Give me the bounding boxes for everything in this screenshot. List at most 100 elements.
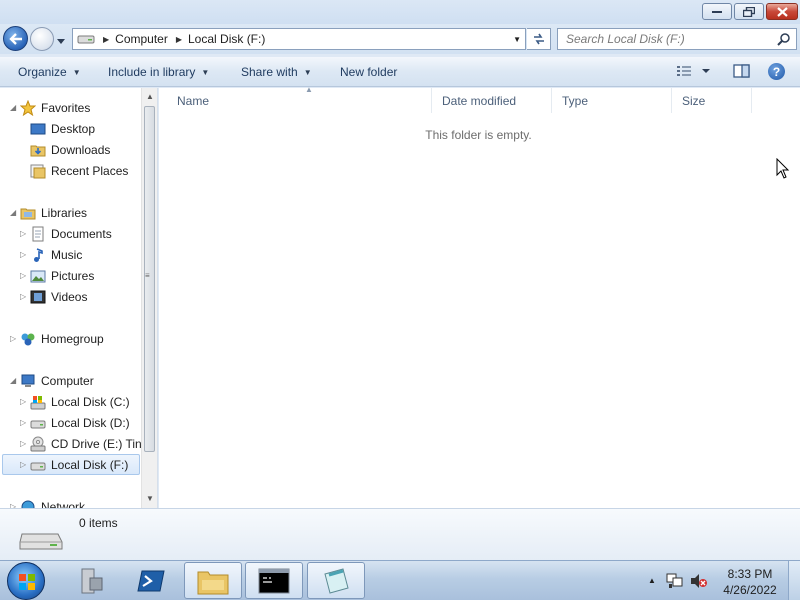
help-button[interactable]: ?: [768, 63, 785, 80]
volume-muted-icon[interactable]: [690, 573, 708, 589]
nav-item-videos[interactable]: ▷ Videos: [0, 286, 140, 307]
libraries-icon: [20, 208, 36, 219]
nav-label: Local Disk (D:): [51, 415, 130, 430]
collapse-arrow-icon[interactable]: ◢: [10, 376, 18, 385]
new-folder-button[interactable]: New folder: [340, 57, 397, 87]
nav-label: Local Disk (C:): [51, 394, 130, 409]
nav-network[interactable]: ▷ Network: [0, 496, 140, 508]
nav-item-recent-places[interactable]: Recent Places: [0, 160, 140, 181]
nav-item-desktop[interactable]: Desktop: [0, 118, 140, 139]
chevron-down-icon: [702, 69, 710, 73]
network-icon: [21, 500, 35, 508]
nav-item-cd-drive-e[interactable]: ▷ CD Drive (E:) Tiny: [0, 433, 148, 454]
taskbar-notepad[interactable]: [307, 562, 365, 599]
column-label: Date modified: [442, 93, 517, 108]
network-tray-icon[interactable]: [666, 573, 684, 589]
nav-item-downloads[interactable]: Downloads: [0, 139, 140, 160]
navigation-pane: ◢ Favorites Desktop Downloads Recent Pla…: [0, 88, 158, 508]
nav-label: Libraries: [41, 205, 88, 220]
nav-item-music[interactable]: ▷ Music: [0, 244, 140, 265]
expand-arrow-icon[interactable]: ▷: [20, 250, 28, 259]
include-in-library-label: Include in library: [108, 65, 196, 79]
item-count: 0 items: [79, 516, 118, 530]
back-button[interactable]: [3, 26, 28, 51]
chevron-down-icon: ▼: [72, 67, 81, 77]
scroll-down-icon[interactable]: ▼: [146, 494, 154, 503]
share-with-menu[interactable]: Share with ▼: [241, 57, 312, 87]
include-in-library-menu[interactable]: Include in library ▼: [108, 57, 209, 87]
scroll-up-icon[interactable]: ▲: [146, 92, 154, 101]
column-header-date-modified[interactable]: Date modified: [432, 88, 552, 113]
organize-label: Organize: [18, 65, 67, 79]
search-input[interactable]: [566, 32, 771, 46]
title-bar: [0, 0, 800, 24]
nav-item-local-disk-c[interactable]: ▷ Local Disk (C:): [0, 391, 140, 412]
nav-favorites[interactable]: ◢ Favorites: [0, 97, 140, 118]
expand-arrow-icon[interactable]: ▷: [20, 292, 28, 301]
nav-item-documents[interactable]: ▷ Documents: [0, 223, 140, 244]
taskbar-command-prompt[interactable]: [245, 562, 303, 599]
breadcrumb-separator-icon: ▶: [103, 34, 110, 44]
organize-menu[interactable]: Organize ▼: [18, 57, 81, 87]
expand-arrow-icon[interactable]: ▷: [20, 229, 28, 238]
nav-label: Videos: [51, 289, 88, 304]
column-header-size[interactable]: Size: [672, 88, 752, 113]
expand-arrow-icon[interactable]: ▷: [20, 439, 28, 448]
nav-label: Favorites: [41, 100, 91, 115]
command-bar: Organize ▼ Include in library ▼ Share wi…: [0, 57, 800, 87]
refresh-button[interactable]: [527, 28, 551, 50]
expand-arrow-icon[interactable]: ▷: [10, 334, 18, 343]
collapse-arrow-icon[interactable]: ◢: [10, 208, 18, 217]
expand-arrow-icon[interactable]: ▷: [20, 271, 28, 280]
chevron-down-icon: ▼: [201, 67, 210, 77]
column-label: Size: [682, 93, 706, 108]
column-header-name[interactable]: ▲ Name: [167, 85, 432, 113]
show-desktop-button[interactable]: [788, 561, 800, 600]
nav-label: Documents: [51, 226, 112, 241]
nav-item-local-disk-f[interactable]: ▷ Local Disk (F:): [0, 454, 140, 475]
taskbar-windows-explorer[interactable]: [184, 562, 242, 599]
recent-pages-dropdown[interactable]: [57, 34, 65, 48]
nav-label: Network: [41, 499, 86, 509]
column-label: Type: [562, 93, 589, 108]
navigation-scrollbar[interactable]: ▲ ≡ ▼: [141, 88, 157, 508]
collapse-arrow-icon[interactable]: ◢: [10, 103, 18, 112]
nav-item-local-disk-d[interactable]: ▷ Local Disk (D:): [0, 412, 140, 433]
minimize-button[interactable]: [702, 3, 732, 20]
column-header-type[interactable]: Type: [552, 88, 672, 113]
nav-label: Homegroup: [41, 331, 104, 346]
drive-icon: [77, 35, 95, 44]
start-button[interactable]: [7, 562, 45, 600]
change-view-button[interactable]: [676, 64, 712, 78]
forward-arrow-icon: [36, 34, 48, 44]
address-bar[interactable]: ▶ Computer ▶ Local Disk (F:) ▼: [72, 28, 526, 50]
nav-libraries[interactable]: ◢ Libraries: [0, 202, 140, 223]
expand-arrow-icon[interactable]: ▷: [20, 460, 28, 469]
preview-pane-button[interactable]: [733, 64, 751, 82]
restore-button[interactable]: [734, 3, 764, 20]
refresh-icon: [533, 33, 544, 45]
nav-label: Downloads: [51, 142, 111, 157]
nav-homegroup[interactable]: ▷ Homegroup: [0, 328, 140, 349]
notepad-icon: [324, 567, 349, 594]
file-list-pane[interactable]: ▲ Name Date modified Type Size This fold…: [159, 85, 800, 508]
expand-arrow-icon[interactable]: ▷: [20, 418, 28, 427]
clock-date: 4/26/2022: [723, 583, 777, 597]
close-button[interactable]: [766, 3, 798, 20]
address-history-dropdown[interactable]: ▼: [513, 35, 521, 44]
mouse-cursor-icon: [776, 158, 790, 179]
close-icon: [776, 6, 788, 17]
expand-arrow-icon[interactable]: ▷: [20, 397, 28, 406]
nav-computer[interactable]: ◢ Computer: [0, 370, 140, 391]
taskbar-powershell[interactable]: [122, 562, 180, 599]
homegroup-icon: [21, 333, 35, 345]
breadcrumb-local-disk-f[interactable]: ▶ Local Disk (F:): [172, 29, 270, 49]
show-hidden-icons-button[interactable]: ▲: [648, 576, 656, 585]
breadcrumb-computer[interactable]: ▶ Computer: [99, 29, 172, 49]
forward-button[interactable]: [30, 27, 54, 51]
nav-item-pictures[interactable]: ▷ Pictures: [0, 265, 140, 286]
system-clock[interactable]: 8:33 PM 4/26/2022: [718, 566, 782, 598]
taskbar-server-manager[interactable]: [62, 562, 120, 599]
search-icon[interactable]: [777, 32, 791, 46]
nav-label: Recent Places: [51, 163, 129, 178]
